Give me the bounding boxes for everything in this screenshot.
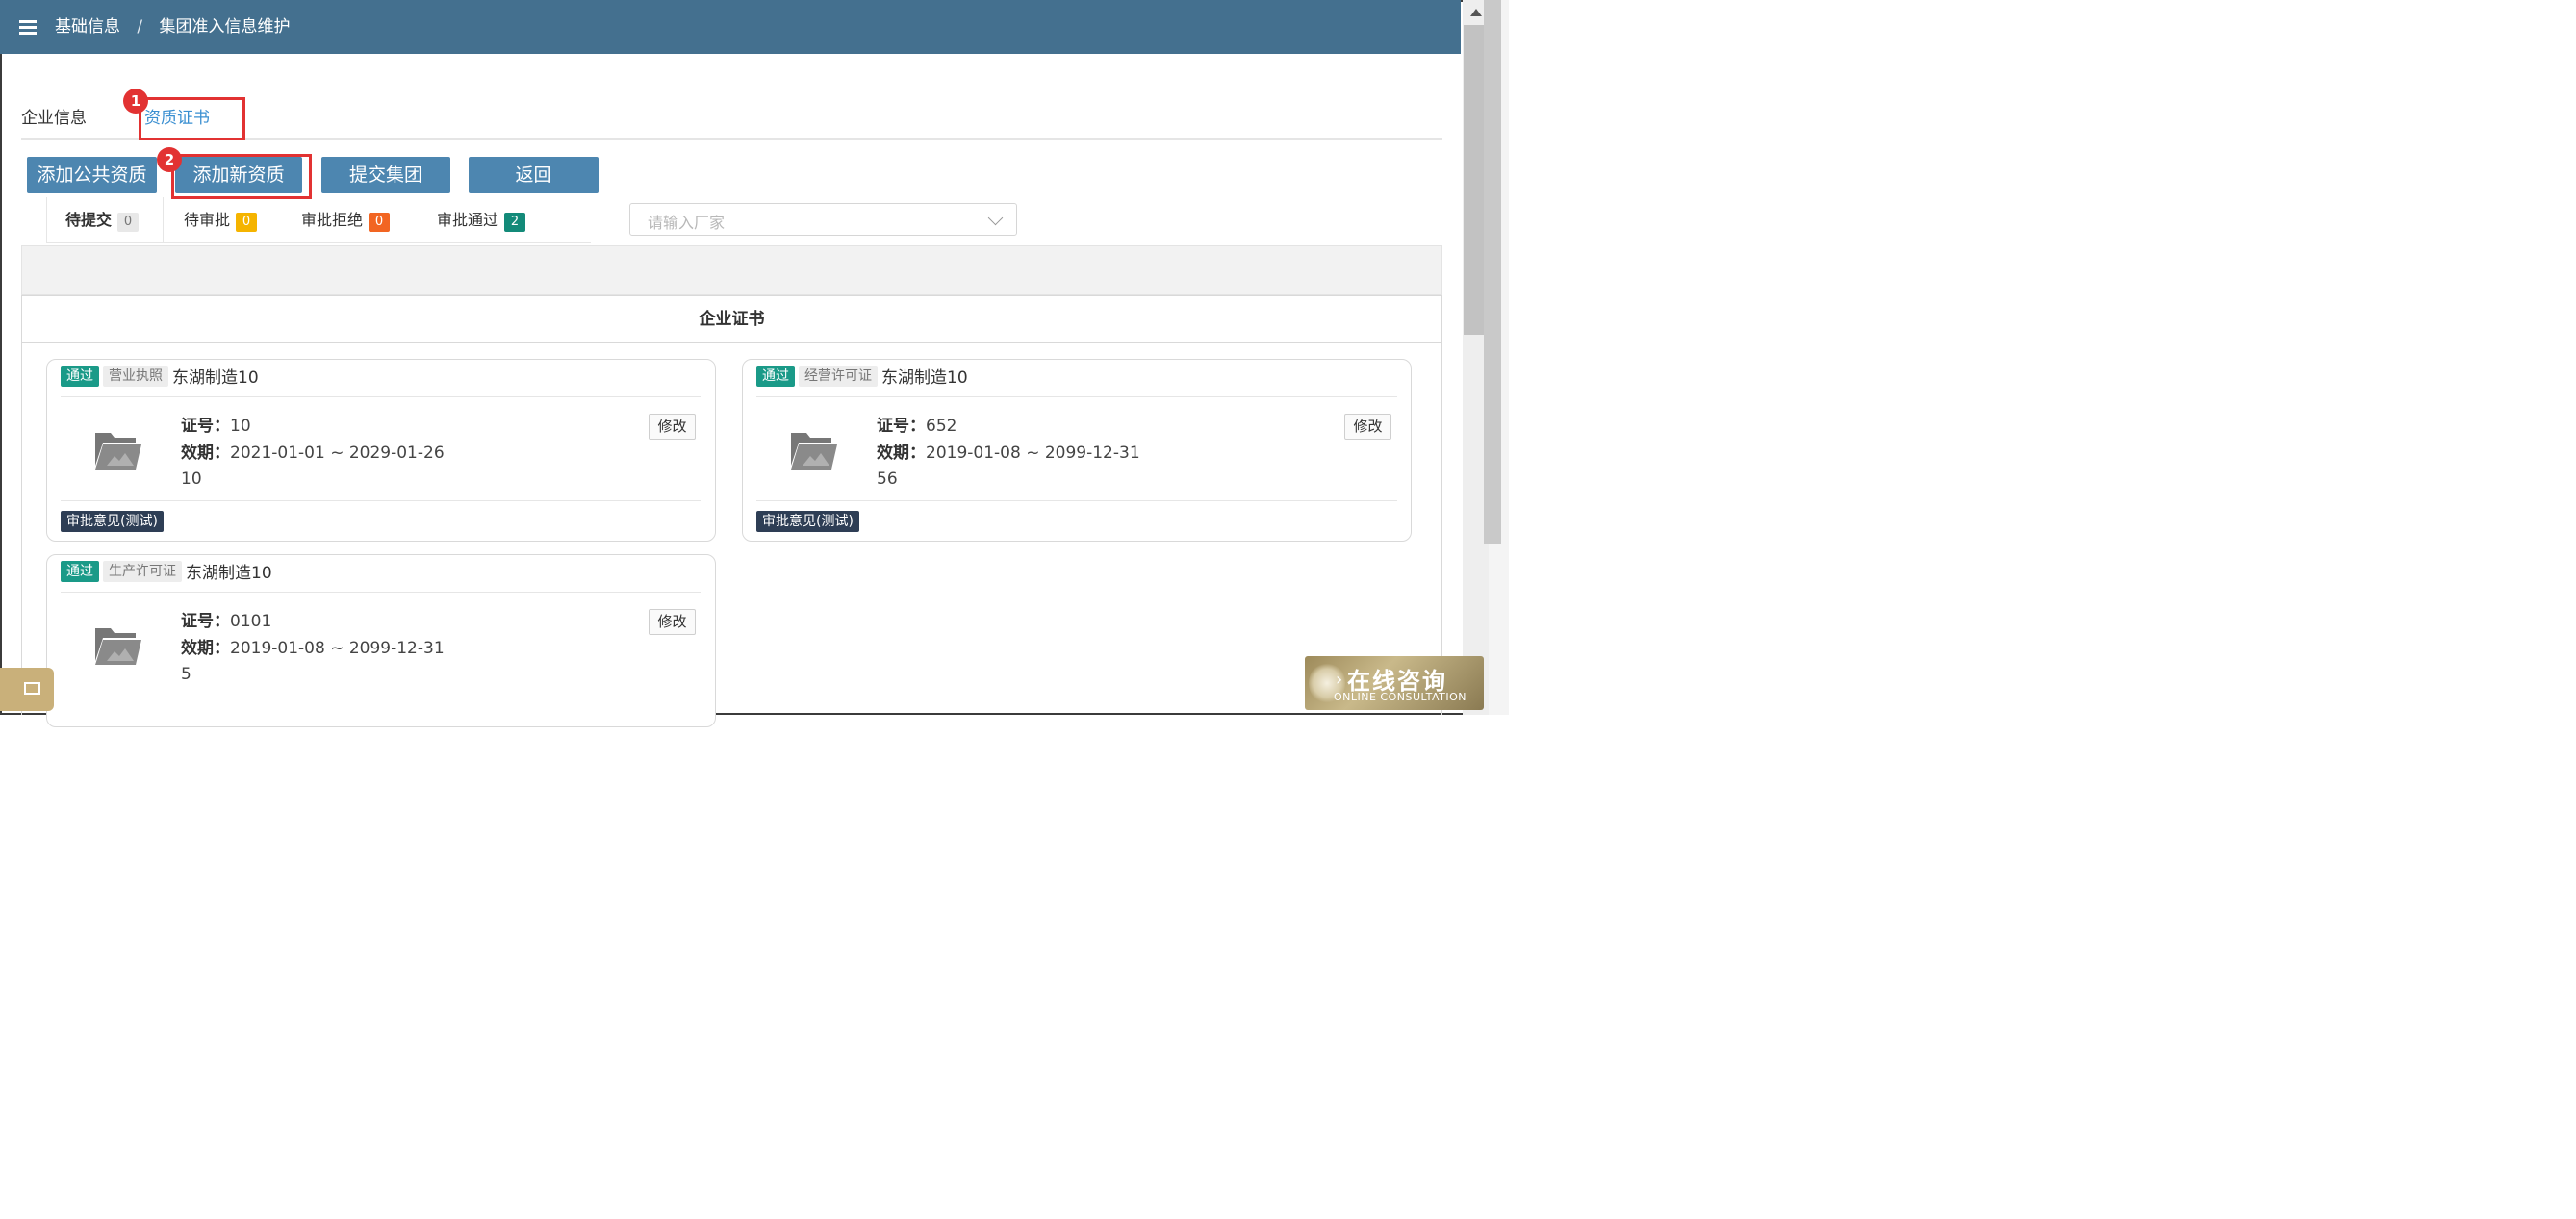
- status-tab-label: 审批拒绝: [301, 211, 364, 229]
- validity-field: 效期：2019-01-08 ~ 2099-12-31: [877, 439, 1140, 463]
- status-tabs: 待提交 0 待审批 0 审批拒绝 0 审批通过 2: [46, 197, 591, 243]
- validity-field: 效期：2019-01-08 ~ 2099-12-31: [181, 634, 445, 658]
- window-icon: [24, 682, 40, 695]
- manufacturer-select-placeholder: 请输入厂家: [648, 214, 726, 232]
- validity-label: 效期：: [877, 444, 926, 463]
- cert-number-label: 证号：: [877, 417, 926, 436]
- status-tab-pending-approval[interactable]: 待审批 0: [184, 207, 258, 232]
- count-badge: 0: [236, 213, 258, 232]
- submit-to-group-button[interactable]: 提交集团: [321, 157, 450, 193]
- validity-label: 效期：: [181, 639, 230, 658]
- cert-number-value: 652: [926, 417, 957, 436]
- annotation-box-2: [171, 154, 312, 199]
- edit-button[interactable]: 修改: [649, 609, 696, 635]
- validity-value: 2021-01-01 ~ 2029-01-26: [230, 444, 445, 463]
- outer-scroll-thumb[interactable]: [1484, 0, 1501, 544]
- online-consultation-widget[interactable]: › 在线咨询 ONLINE CONSULTATION: [1305, 656, 1484, 710]
- manufacturer-select[interactable]: 请输入厂家: [629, 203, 1017, 236]
- consult-subtitle: ONLINE CONSULTATION: [1334, 691, 1467, 703]
- status-tab-label: 待审批: [184, 211, 231, 229]
- certificate-card: 通过 营业执照 东湖制造10 证号：10 效期：2021-01-01 ~ 2029-…: [46, 359, 716, 542]
- company-name: 东湖制造10: [881, 368, 968, 388]
- count-badge: 2: [504, 213, 526, 232]
- status-tag: 通过: [61, 365, 99, 387]
- card-header: 通过 营业执照 东湖制造10: [61, 364, 259, 389]
- count-badge: 0: [117, 213, 140, 232]
- certificate-type-tag: 经营许可证: [799, 365, 878, 387]
- certificate-type-tag: 生产许可证: [103, 560, 182, 582]
- folder-icon: [95, 433, 141, 470]
- folder-icon: [95, 628, 141, 665]
- company-name: 东湖制造10: [172, 368, 259, 388]
- certificate-type-tag: 营业执照: [103, 365, 168, 387]
- cert-number-value: 0101: [230, 612, 272, 631]
- approval-opinion-tag[interactable]: 审批意见(测试): [756, 511, 859, 532]
- card-header: 通过 生产许可证 东湖制造10: [61, 559, 272, 584]
- hamburger-menu-icon[interactable]: [19, 20, 37, 35]
- back-button[interactable]: 返回: [469, 157, 599, 193]
- approval-opinion-tag[interactable]: 审批意见(测试): [61, 511, 164, 532]
- breadcrumb: 基础信息 / 集团准入信息维护: [55, 15, 291, 38]
- status-tab-label: 待提交: [65, 211, 113, 229]
- add-public-qualification-button[interactable]: 添加公共资质: [27, 157, 157, 193]
- tab-enterprise-info[interactable]: 企业信息: [21, 104, 87, 128]
- scrollbar[interactable]: [1463, 0, 1509, 715]
- validity-field: 效期：2021-01-01 ~ 2029-01-26: [181, 439, 445, 463]
- filter-bar: [21, 245, 1442, 295]
- cert-number-field: 证号：10: [181, 412, 251, 436]
- status-tab-rejected[interactable]: 审批拒绝 0: [301, 207, 391, 232]
- cert-note: 10: [181, 470, 202, 489]
- edit-button[interactable]: 修改: [649, 414, 696, 440]
- breadcrumb-item-basic-info[interactable]: 基础信息: [55, 17, 120, 37]
- validity-value: 2019-01-08 ~ 2099-12-31: [926, 444, 1140, 463]
- breadcrumb-item-current: 集团准入信息维护: [159, 17, 291, 37]
- folder-icon: [791, 433, 837, 470]
- scroll-up-arrow-icon[interactable]: [1470, 9, 1482, 16]
- cert-number-label: 证号：: [181, 417, 230, 436]
- annotation-marker-1: 1: [123, 89, 148, 114]
- annotation-marker-2: 2: [157, 147, 182, 172]
- company-name: 东湖制造10: [186, 564, 272, 583]
- cert-number-field: 证号：0101: [181, 607, 271, 631]
- status-tab-label: 审批通过: [437, 211, 499, 229]
- card-header: 通过 经营许可证 东湖制造10: [756, 364, 968, 389]
- cert-note: 56: [877, 470, 898, 489]
- status-tab-pending-submit[interactable]: 待提交 0: [65, 207, 140, 232]
- certificate-card: 通过 经营许可证 东湖制造10 证号：652 效期：2019-01-08 ~ 209…: [742, 359, 1412, 542]
- cert-note: 5: [181, 665, 191, 684]
- panel-title: 企业证书: [22, 296, 1441, 343]
- status-tag: 通过: [756, 365, 795, 387]
- edit-button[interactable]: 修改: [1344, 414, 1391, 440]
- breadcrumb-separator: /: [137, 17, 143, 37]
- validity-value: 2019-01-08 ~ 2099-12-31: [230, 639, 445, 658]
- chevron-down-icon: [987, 210, 1004, 226]
- annotation-box-1: [139, 97, 245, 140]
- status-tab-approved[interactable]: 审批通过 2: [437, 207, 526, 232]
- cert-number-label: 证号：: [181, 612, 230, 631]
- validity-label: 效期：: [181, 444, 230, 463]
- chevron-right-icon: ›: [1336, 670, 1343, 690]
- count-badge: 0: [369, 213, 391, 232]
- top-header: 基础信息 / 集团准入信息维护: [0, 0, 1461, 54]
- status-tag: 通过: [61, 560, 99, 582]
- chat-toggle-button[interactable]: [0, 668, 54, 711]
- cert-number-value: 10: [230, 417, 251, 436]
- certificate-card: 通过 生产许可证 东湖制造10 证号：0101 效期：2019-01-08 ~ 20…: [46, 554, 716, 727]
- cert-number-field: 证号：652: [877, 412, 956, 436]
